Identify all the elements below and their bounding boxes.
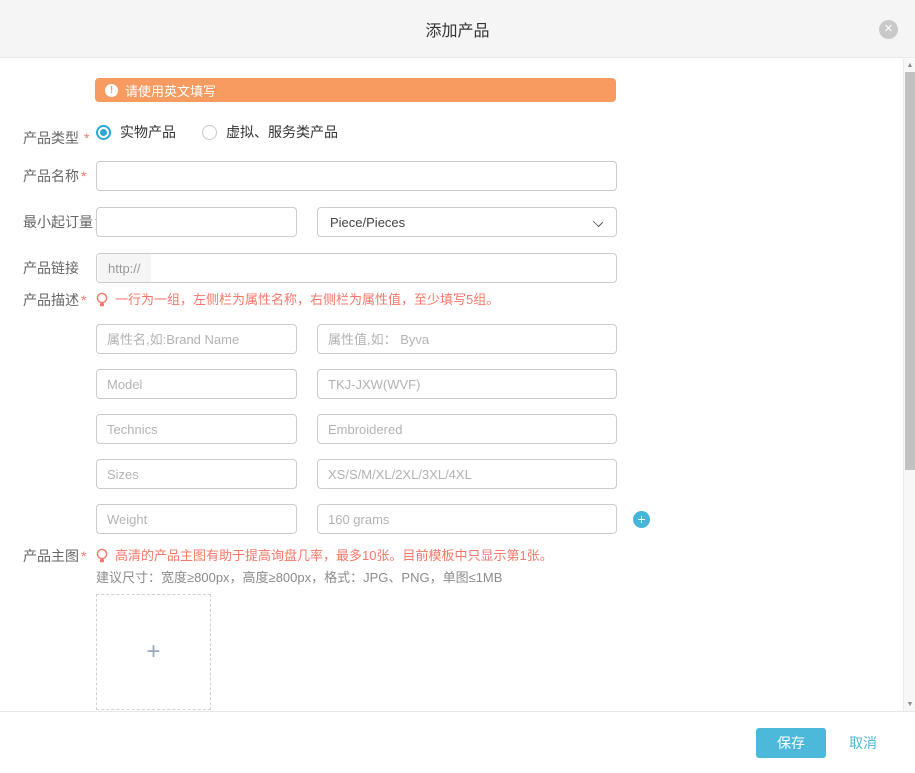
- main-image-hint: 高清的产品主图有助于提高询盘几率，最多10张。目前模板中只显示第1张。: [96, 547, 617, 565]
- product-name-input[interactable]: [96, 161, 617, 191]
- product-link-input[interactable]: [152, 254, 616, 282]
- attribute-row: [96, 324, 617, 354]
- scrollbar-thumb[interactable]: [905, 72, 915, 470]
- product-type-row: 产品类型* 实物产品 虚拟、服务类产品: [23, 123, 903, 147]
- scrollbar[interactable]: ▲ ▼: [903, 59, 915, 711]
- attr-name-input[interactable]: [96, 369, 297, 399]
- product-type-label: 产品类型*: [23, 123, 96, 147]
- attr-value-input[interactable]: [317, 459, 617, 489]
- product-link-row: 产品链接 http://: [23, 253, 903, 283]
- attr-value-input[interactable]: [317, 504, 617, 534]
- attr-name-input[interactable]: [96, 324, 297, 354]
- radio-physical-product[interactable]: 实物产品: [96, 123, 176, 141]
- upload-plus-icon: +: [146, 638, 160, 666]
- radio-selected-icon[interactable]: [96, 125, 111, 140]
- english-notice-banner: ! 请使用英文填写: [95, 78, 616, 102]
- attribute-row: [96, 459, 617, 489]
- required-mark: *: [84, 130, 89, 146]
- description-hint: 一行为一组，左侧栏为属性名称，右侧栏为属性值，至少填写5组。: [96, 291, 617, 309]
- main-image-label: 产品主图*: [23, 547, 96, 565]
- scroll-down-icon[interactable]: ▼: [904, 698, 915, 711]
- bulb-icon: [96, 292, 108, 308]
- attr-value-input[interactable]: [317, 324, 617, 354]
- upload-image-box[interactable]: +: [96, 594, 211, 710]
- radio-unselected-icon[interactable]: [202, 125, 217, 140]
- unit-select-value: Piece/Pieces: [330, 215, 405, 230]
- product-description-label: 产品描述*: [23, 291, 96, 309]
- radio-label[interactable]: 实物产品: [120, 123, 176, 141]
- attr-name-input[interactable]: [96, 504, 297, 534]
- attr-value-input[interactable]: [317, 369, 617, 399]
- moq-input[interactable]: [96, 207, 297, 237]
- product-name-label: 产品名称*: [23, 161, 96, 191]
- moq-row: 最小起订量* Piece/Pieces: [23, 207, 903, 237]
- modal-body: ! 请使用英文填写 产品类型* 实物产品 虚拟、服务类产品 产品名: [0, 59, 903, 711]
- modal-footer: 保存 取消: [0, 711, 915, 773]
- attribute-row: +: [96, 504, 617, 534]
- scroll-up-icon[interactable]: ▲: [904, 59, 915, 72]
- attr-name-input[interactable]: [96, 459, 297, 489]
- radio-label[interactable]: 虚拟、服务类产品: [226, 123, 338, 141]
- radio-virtual-service-product[interactable]: 虚拟、服务类产品: [202, 123, 338, 141]
- attr-value-input[interactable]: [317, 414, 617, 444]
- chevron-down-icon: [593, 217, 603, 227]
- main-image-row: 产品主图* 高清的产品主图有助于提高询盘几率，最多10张。目前模板中只显示第1张…: [23, 547, 903, 710]
- required-mark: *: [81, 548, 86, 564]
- url-prefix: http://: [98, 254, 151, 282]
- product-description-row: 产品描述* 一行为一组，左侧栏为属性名称，右侧栏为属性值，至少填写5组。: [23, 291, 903, 534]
- save-button[interactable]: 保存: [756, 728, 826, 758]
- moq-label: 最小起订量*: [23, 207, 96, 237]
- product-link-field: http://: [96, 253, 617, 283]
- required-mark: *: [81, 168, 86, 184]
- attr-name-input[interactable]: [96, 414, 297, 444]
- add-attribute-button[interactable]: +: [633, 511, 650, 528]
- required-mark: *: [81, 292, 86, 308]
- modal-title: 添加产品: [425, 17, 489, 41]
- close-icon[interactable]: ✕: [879, 20, 898, 39]
- info-icon: !: [105, 84, 118, 97]
- banner-text: 请使用英文填写: [125, 81, 216, 100]
- modal-header: 添加产品 ✕: [0, 0, 915, 58]
- unit-select[interactable]: Piece/Pieces: [317, 207, 617, 237]
- attribute-row: [96, 369, 617, 399]
- product-link-label: 产品链接: [23, 253, 96, 283]
- cancel-button[interactable]: 取消: [849, 733, 877, 753]
- main-image-size-hint: 建议尺寸：宽度≥800px，高度≥800px，格式：JPG、PNG，单图≤1MB: [96, 568, 617, 588]
- bulb-icon: [96, 548, 108, 564]
- attribute-row: [96, 414, 617, 444]
- product-name-row: 产品名称*: [23, 161, 903, 191]
